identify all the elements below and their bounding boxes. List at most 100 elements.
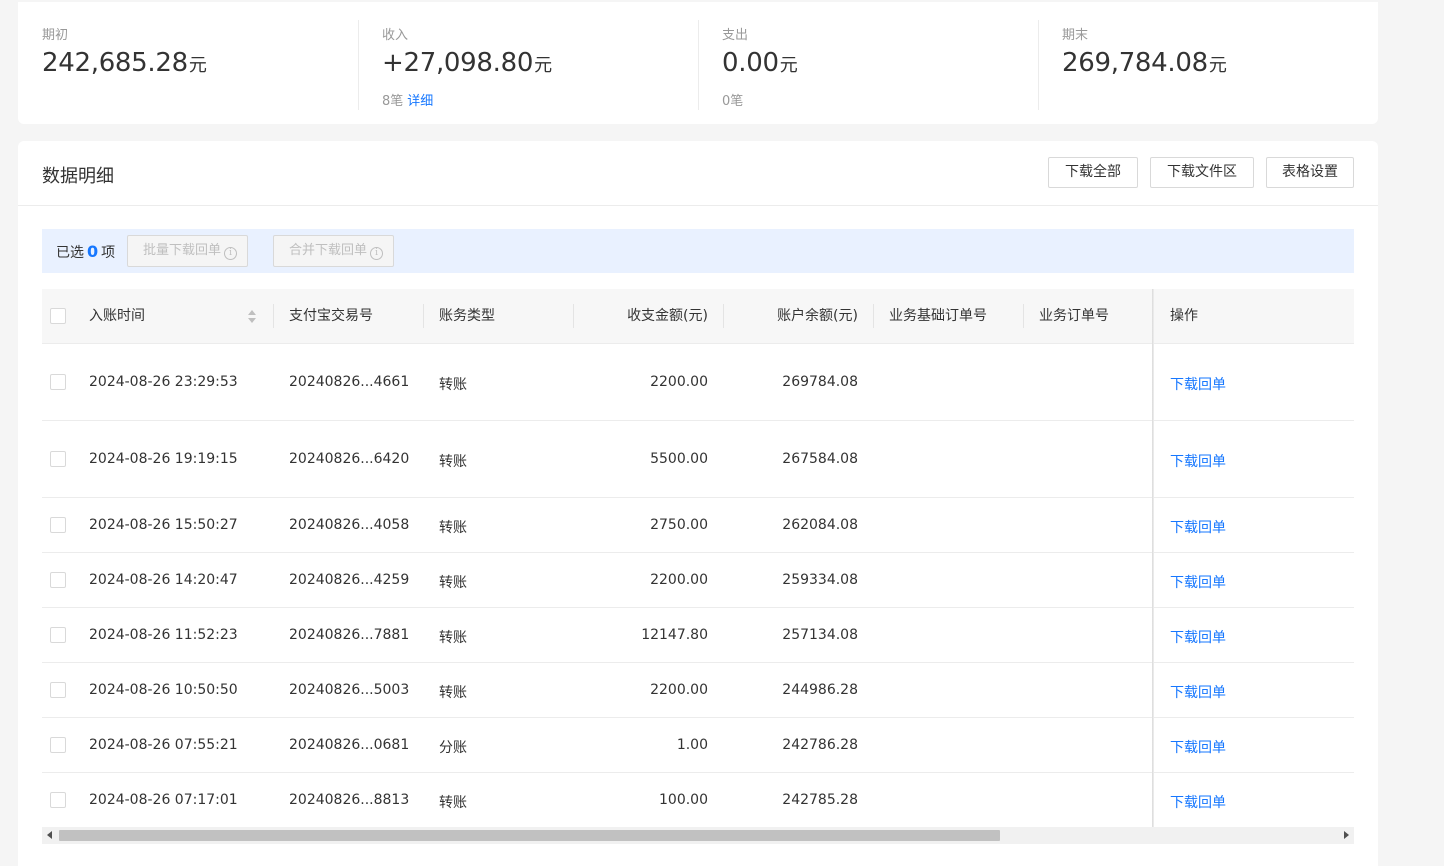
col-type: 账务类型 [439, 308, 495, 324]
cell-time: 2024-08-26 07:55:21 [89, 737, 238, 753]
table-row: 2024-08-26 07:17:01 20240826...8813 转账 1… [42, 773, 1354, 828]
cell-type: 转账 [439, 685, 467, 701]
selection-summary: 已选 0 项 [56, 242, 115, 262]
download-receipt-link[interactable]: 下载回单 [1170, 792, 1226, 812]
table-row: 2024-08-26 07:55:21 20240826...0681 分账 1… [42, 718, 1354, 773]
download-receipt-link[interactable]: 下载回单 [1170, 682, 1226, 702]
download-receipt-link[interactable]: 下载回单 [1170, 451, 1226, 471]
opening-unit: 元 [188, 55, 207, 76]
merge-download-label: 合并下载回单 [289, 243, 368, 258]
cell-time: 2024-08-26 07:17:01 [89, 792, 238, 808]
cell-amount: 2200.00 [650, 572, 708, 588]
download-all-button[interactable]: 下载全部 [1048, 157, 1138, 188]
col-base-order: 业务基础订单号 [889, 308, 987, 324]
cell-trade-no: 20240826...6420 [289, 451, 410, 467]
scroll-left-icon[interactable] [47, 831, 52, 839]
cell-trade-no: 20240826...5003 [289, 682, 410, 698]
cell-balance: 262084.08 [782, 517, 858, 533]
row-checkbox[interactable] [50, 517, 66, 533]
download-receipt-link[interactable]: 下载回单 [1170, 572, 1226, 592]
row-checkbox[interactable] [50, 451, 66, 467]
table-settings-button[interactable]: 表格设置 [1266, 157, 1354, 188]
cell-type: 转账 [439, 454, 467, 470]
row-checkbox[interactable] [50, 737, 66, 753]
expense-stat: 支出 0.00元 0笔 [698, 2, 1038, 110]
fixed-column-shadow [1152, 289, 1154, 827]
cell-balance: 242786.28 [782, 737, 858, 753]
selection-prefix: 已选 [56, 245, 84, 261]
closing-balance-stat: 期末 269,784.08元 [1038, 2, 1378, 110]
cell-type: 转账 [439, 795, 467, 811]
cell-type: 转账 [439, 575, 467, 591]
cell-trade-no: 20240826...8813 [289, 792, 410, 808]
download-receipt-link[interactable]: 下载回单 [1170, 517, 1226, 537]
cell-amount: 2200.00 [650, 374, 708, 390]
cell-trade-no: 20240826...4058 [289, 517, 410, 533]
income-detail-link[interactable]: 详细 [407, 94, 433, 109]
cell-type: 分账 [439, 740, 467, 756]
download-receipt-link[interactable]: 下载回单 [1170, 737, 1226, 757]
cell-balance: 259334.08 [782, 572, 858, 588]
cell-time: 2024-08-26 11:52:23 [89, 627, 238, 643]
data-detail-card: 数据明细 下载全部 下载文件区 表格设置 已选 0 项 批量下载回单 i 合并下载回单… [18, 141, 1378, 866]
cell-type: 转账 [439, 377, 467, 393]
column-divider [873, 304, 874, 328]
cell-balance: 242785.28 [782, 792, 858, 808]
merge-download-button[interactable]: 合并下载回单 i [273, 235, 395, 267]
income-stat: 收入 +27,098.80元 8笔 详细 [358, 2, 698, 110]
expense-value: 0.00 [722, 48, 779, 78]
download-receipt-link[interactable]: 下载回单 [1170, 627, 1226, 647]
table-row: 2024-08-26 15:50:27 20240826...4058 转账 2… [42, 498, 1354, 553]
cell-trade-no: 20240826...7881 [289, 627, 410, 643]
opening-balance-stat: 期初 242,685.28元 [42, 2, 358, 110]
income-sub: 8笔 详细 [382, 90, 433, 109]
closing-label: 期末 [1062, 28, 1089, 43]
row-checkbox[interactable] [50, 792, 66, 808]
column-divider [1023, 304, 1024, 328]
download-files-button[interactable]: 下载文件区 [1150, 157, 1254, 188]
income-label: 收入 [382, 28, 409, 43]
expense-amount: 0.00元 [722, 48, 798, 78]
info-icon: i [370, 247, 384, 260]
row-checkbox[interactable] [50, 572, 66, 588]
cell-time: 2024-08-26 19:19:15 [89, 451, 238, 467]
download-receipt-link[interactable]: 下载回单 [1170, 374, 1226, 394]
cell-balance: 244986.28 [782, 682, 858, 698]
closing-value: 269,784.08 [1062, 48, 1208, 78]
cell-amount: 100.00 [659, 792, 708, 808]
divider [358, 20, 359, 110]
cell-time: 2024-08-26 23:29:53 [89, 374, 238, 390]
column-divider [423, 304, 424, 328]
cell-amount: 2750.00 [650, 517, 708, 533]
batch-download-button[interactable]: 批量下载回单 i [127, 235, 249, 267]
transactions-table: 入账时间 支付宝交易号 账务类型 收支金额(元) 账户余额(元) 业务基础订单号… [42, 289, 1354, 828]
expense-count: 0笔 [722, 94, 744, 109]
income-value: +27,098.80 [382, 48, 534, 78]
scroll-right-icon[interactable] [1344, 831, 1349, 839]
cell-amount: 5500.00 [650, 451, 708, 467]
cell-balance: 269784.08 [782, 374, 858, 390]
info-icon: i [224, 247, 238, 260]
cell-balance: 257134.08 [782, 627, 858, 643]
selection-count: 0 [87, 242, 99, 261]
sort-icon[interactable] [248, 310, 256, 324]
row-checkbox[interactable] [50, 374, 66, 390]
cell-time: 2024-08-26 14:20:47 [89, 572, 238, 588]
horizontal-scrollbar[interactable] [42, 827, 1354, 844]
detail-header: 数据明细 下载全部 下载文件区 表格设置 [18, 141, 1378, 206]
closing-amount: 269,784.08元 [1062, 48, 1227, 78]
divider [1038, 20, 1039, 110]
batch-download-label: 批量下载回单 [143, 243, 222, 258]
expense-label: 支出 [722, 28, 749, 43]
income-count: 8笔 [382, 94, 404, 109]
col-trade-no: 支付宝交易号 [289, 308, 373, 324]
select-all-checkbox[interactable] [50, 308, 66, 324]
row-checkbox[interactable] [50, 627, 66, 643]
cell-amount: 2200.00 [650, 682, 708, 698]
column-divider [273, 304, 274, 328]
cell-amount: 12147.80 [641, 627, 708, 643]
table-row: 2024-08-26 10:50:50 20240826...5003 转账 2… [42, 663, 1354, 718]
scrollbar-thumb[interactable] [59, 830, 1000, 841]
col-time: 入账时间 [89, 308, 145, 324]
row-checkbox[interactable] [50, 682, 66, 698]
